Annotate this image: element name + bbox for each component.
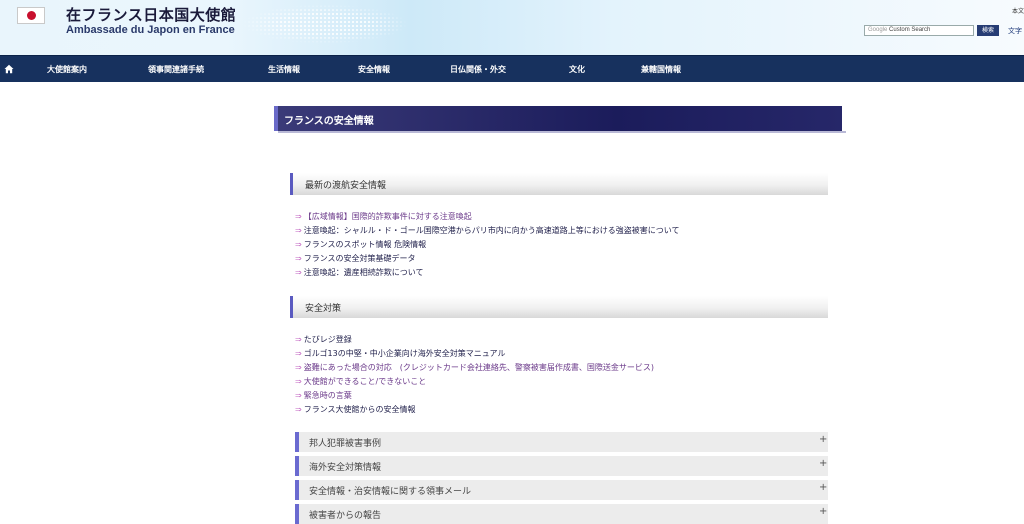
arrow-right-icon: ⇒: [295, 349, 302, 358]
search-placeholder: Custom Search: [889, 27, 931, 33]
nav-item-living-info[interactable]: 生活情報: [268, 64, 300, 75]
search-input[interactable]: Google Custom Search: [864, 25, 974, 36]
nav-item-safety-info[interactable]: 安全情報: [358, 64, 390, 75]
site-title-french[interactable]: Ambassade du Japon en France: [66, 24, 235, 36]
home-icon[interactable]: [4, 64, 14, 74]
nav-item-embassy-info[interactable]: 大使館案内: [47, 64, 87, 75]
list-item[interactable]: ⇒ フランス大使館からの安全情報: [295, 404, 416, 415]
main-nav: 大使館案内 領事関連諸手続 生活情報 安全情報 日仏関係・外交 文化 兼轄国情報: [0, 55, 1024, 82]
arrow-right-icon: ⇒: [295, 226, 302, 235]
expand-plus-icon[interactable]: +: [819, 458, 827, 469]
accordion-label: 邦人犯罪被害事例: [309, 439, 382, 449]
search-brand: Google: [868, 27, 888, 33]
list-item[interactable]: ⇒ 緊急時の言葉: [295, 390, 352, 401]
list-item[interactable]: ⇒ フランスの安全対策基礎データ: [295, 253, 416, 264]
accordion-label: 被害者からの報告: [309, 511, 382, 521]
list-item[interactable]: ⇒ 【広域情報】国際的詐欺事件に対する注意喚起: [295, 211, 472, 222]
nav-item-accredited-countries[interactable]: 兼轄国情報: [641, 64, 681, 75]
page-title-bar: フランスの安全情報: [274, 106, 846, 133]
expand-plus-icon[interactable]: +: [819, 434, 827, 445]
arrow-right-icon: ⇒: [295, 254, 302, 263]
expand-plus-icon[interactable]: +: [819, 482, 827, 493]
site-header: 在フランス日本国大使館 Ambassade du Japon en France…: [0, 0, 1024, 55]
arrow-right-icon: ⇒: [295, 391, 302, 400]
link-text[interactable]: フランス大使館からの安全情報: [304, 405, 416, 414]
title-underline: [278, 131, 846, 133]
arrow-right-icon: ⇒: [295, 268, 302, 277]
font-size-control[interactable]: 文字: [1008, 26, 1022, 36]
site-title-japanese[interactable]: 在フランス日本国大使館: [66, 4, 236, 25]
section-heading-label: 安全対策: [305, 304, 342, 314]
accordion-label: 海外安全対策情報: [309, 463, 382, 473]
list-item[interactable]: ⇒ 注意喚起：遺産相続詐欺について: [295, 267, 423, 278]
arrow-right-icon: ⇒: [295, 405, 302, 414]
nav-item-consular[interactable]: 領事関連諸手続: [148, 64, 204, 75]
nav-item-relations[interactable]: 日仏関係・外交: [450, 64, 506, 75]
list-item[interactable]: ⇒ 盗難にあった場合の対応 (クレジットカード会社連絡先、警察被害届作成書、国際送…: [295, 362, 654, 373]
list-item[interactable]: ⇒ ゴルゴ13の中堅・中小企業向け海外安全対策マニュアル: [295, 348, 505, 359]
skip-to-content-link[interactable]: 本文: [1012, 6, 1024, 15]
accordion-overseas-safety[interactable]: 海外安全対策情報 +: [295, 456, 828, 476]
link-text[interactable]: 【広域情報】国際的詐欺事件に対する注意喚起: [304, 212, 472, 221]
japan-flag-icon: [17, 7, 45, 24]
accordion-crime-cases[interactable]: 邦人犯罪被害事例 +: [295, 432, 828, 452]
section-heading-latest: 最新の渡航安全情報: [290, 173, 828, 195]
arrow-right-icon: ⇒: [295, 335, 302, 344]
arrow-right-icon: ⇒: [295, 240, 302, 249]
link-text[interactable]: フランスのスポット情報 危険情報: [304, 240, 426, 249]
list-item[interactable]: ⇒ 注意喚起：シャルル・ド・ゴール国際空港からパリ市内に向かう高速道路上等における…: [295, 225, 679, 236]
list-item[interactable]: ⇒ フランスのスポット情報 危険情報: [295, 239, 426, 250]
search-button[interactable]: 検索: [977, 25, 999, 36]
list-item[interactable]: ⇒ 大使館ができること/できないこと: [295, 376, 426, 387]
section-heading-label: 最新の渡航安全情報: [305, 181, 387, 191]
link-text[interactable]: 注意喚起：遺産相続詐欺について: [304, 268, 424, 277]
page-title: フランスの安全情報: [284, 116, 374, 127]
arrow-right-icon: ⇒: [295, 377, 302, 386]
accordion-victim-reports[interactable]: 被害者からの報告 +: [295, 504, 828, 524]
arrow-right-icon: ⇒: [295, 363, 302, 372]
link-text[interactable]: 注意喚起：シャルル・ド・ゴール国際空港からパリ市内に向かう高速道路上等における強…: [304, 226, 680, 235]
arrow-right-icon: ⇒: [295, 212, 302, 221]
accordion-consular-mail[interactable]: 安全情報・治安情報に関する領事メール +: [295, 480, 828, 500]
link-text[interactable]: フランスの安全対策基礎データ: [304, 254, 416, 263]
list-item[interactable]: ⇒ たびレジ登録: [295, 334, 352, 345]
link-text[interactable]: ゴルゴ13の中堅・中小企業向け海外安全対策マニュアル: [304, 349, 506, 358]
link-text[interactable]: 大使館ができること/できないこと: [304, 377, 427, 386]
link-text[interactable]: 緊急時の言葉: [304, 391, 352, 400]
section-heading-safety-measures: 安全対策: [290, 296, 828, 318]
link-text[interactable]: たびレジ登録: [304, 335, 352, 344]
expand-plus-icon[interactable]: +: [819, 506, 827, 517]
nav-item-culture[interactable]: 文化: [569, 64, 585, 75]
accordion-label: 安全情報・治安情報に関する領事メール: [309, 487, 472, 497]
world-map-graphic: [215, 0, 435, 55]
link-text[interactable]: 盗難にあった場合の対応 (クレジットカード会社連絡先、警察被害届作成書、国際送金…: [304, 363, 654, 372]
